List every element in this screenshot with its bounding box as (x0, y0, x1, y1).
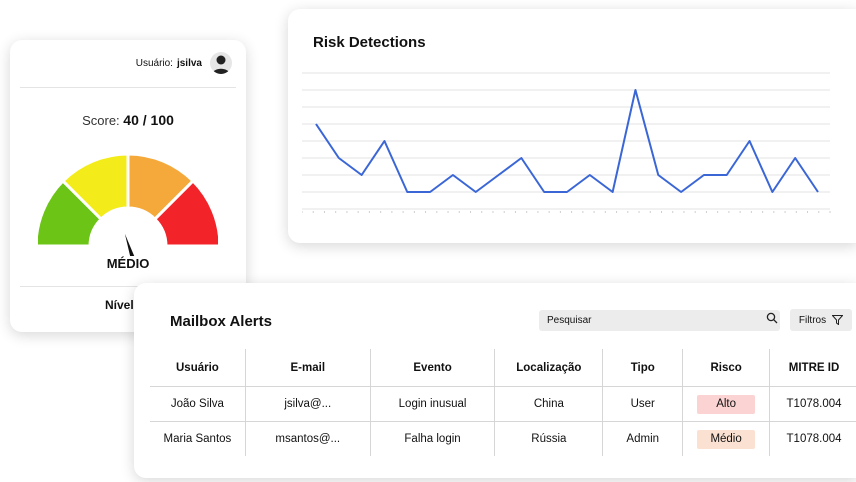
header-divider (20, 87, 236, 88)
risk-level-label: MÉDIO (106, 256, 150, 271)
risk-detections-chart (302, 72, 831, 213)
col-email[interactable]: E-mail (244, 349, 371, 387)
gauge-needle (124, 233, 135, 256)
col-mitre[interactable]: MITRE ID (769, 349, 856, 387)
cell-event: Login inusual (369, 386, 495, 422)
cell-mitre: T1078.004 (769, 421, 856, 456)
cell-risk: Alto (682, 386, 770, 422)
search-placeholder: Pesquisar (547, 315, 592, 326)
cell-type: User (602, 386, 683, 422)
score-label: Score: (82, 113, 120, 128)
user-prefix: Usuário: (135, 57, 173, 69)
cell-risk: Médio (682, 421, 770, 456)
table-title: Mailbox Alerts (170, 313, 272, 330)
cell-location: Rússia (494, 421, 603, 456)
score-line: Score: 40 / 100 (10, 112, 246, 128)
cell-mitre: T1078.004 (769, 386, 856, 422)
risk-gauge (38, 152, 218, 256)
table-row[interactable]: João Silva jsilva@... Login inusual Chin… (150, 386, 856, 422)
table-row[interactable]: Maria Santos msantos@... Falha login Rús… (150, 421, 856, 456)
col-type[interactable]: Tipo (602, 349, 683, 387)
alerts-table: Usuário E-mail Evento Localização Tipo R… (150, 349, 856, 456)
mailbox-alerts-card: Mailbox Alerts Pesquisar Filtros Usuário… (134, 283, 856, 478)
filters-button[interactable]: Filtros (790, 309, 852, 331)
cell-user: João Silva (150, 386, 246, 422)
col-risk[interactable]: Risco (682, 349, 770, 387)
col-user[interactable]: Usuário (150, 349, 246, 387)
risk-detections-card: Risk Detections (288, 9, 856, 243)
cell-email: msantos@... (244, 421, 371, 456)
table-header-row: Usuário E-mail Evento Localização Tipo R… (150, 349, 856, 387)
username: jsilva (176, 57, 202, 69)
chart-title: Risk Detections (313, 34, 426, 51)
user-info: Usuário: jsilva (136, 52, 232, 74)
cell-event: Falha login (369, 421, 495, 456)
cell-email: jsilva@... (244, 386, 371, 422)
risk-badge: Médio (697, 429, 756, 449)
col-location[interactable]: Localização (494, 349, 603, 387)
filter-icon (832, 315, 844, 325)
cell-type: Admin (602, 421, 683, 456)
risk-badge: Alto (697, 394, 756, 414)
search-icon[interactable] (766, 312, 778, 324)
col-event[interactable]: Evento (369, 349, 495, 387)
user-avatar-icon[interactable] (210, 52, 232, 74)
filters-label: Filtros (798, 314, 827, 326)
cell-location: China (494, 386, 603, 422)
cell-user: Maria Santos (163, 433, 232, 445)
score-value: 40 / 100 (123, 112, 174, 128)
search-input[interactable]: Pesquisar (539, 310, 780, 331)
